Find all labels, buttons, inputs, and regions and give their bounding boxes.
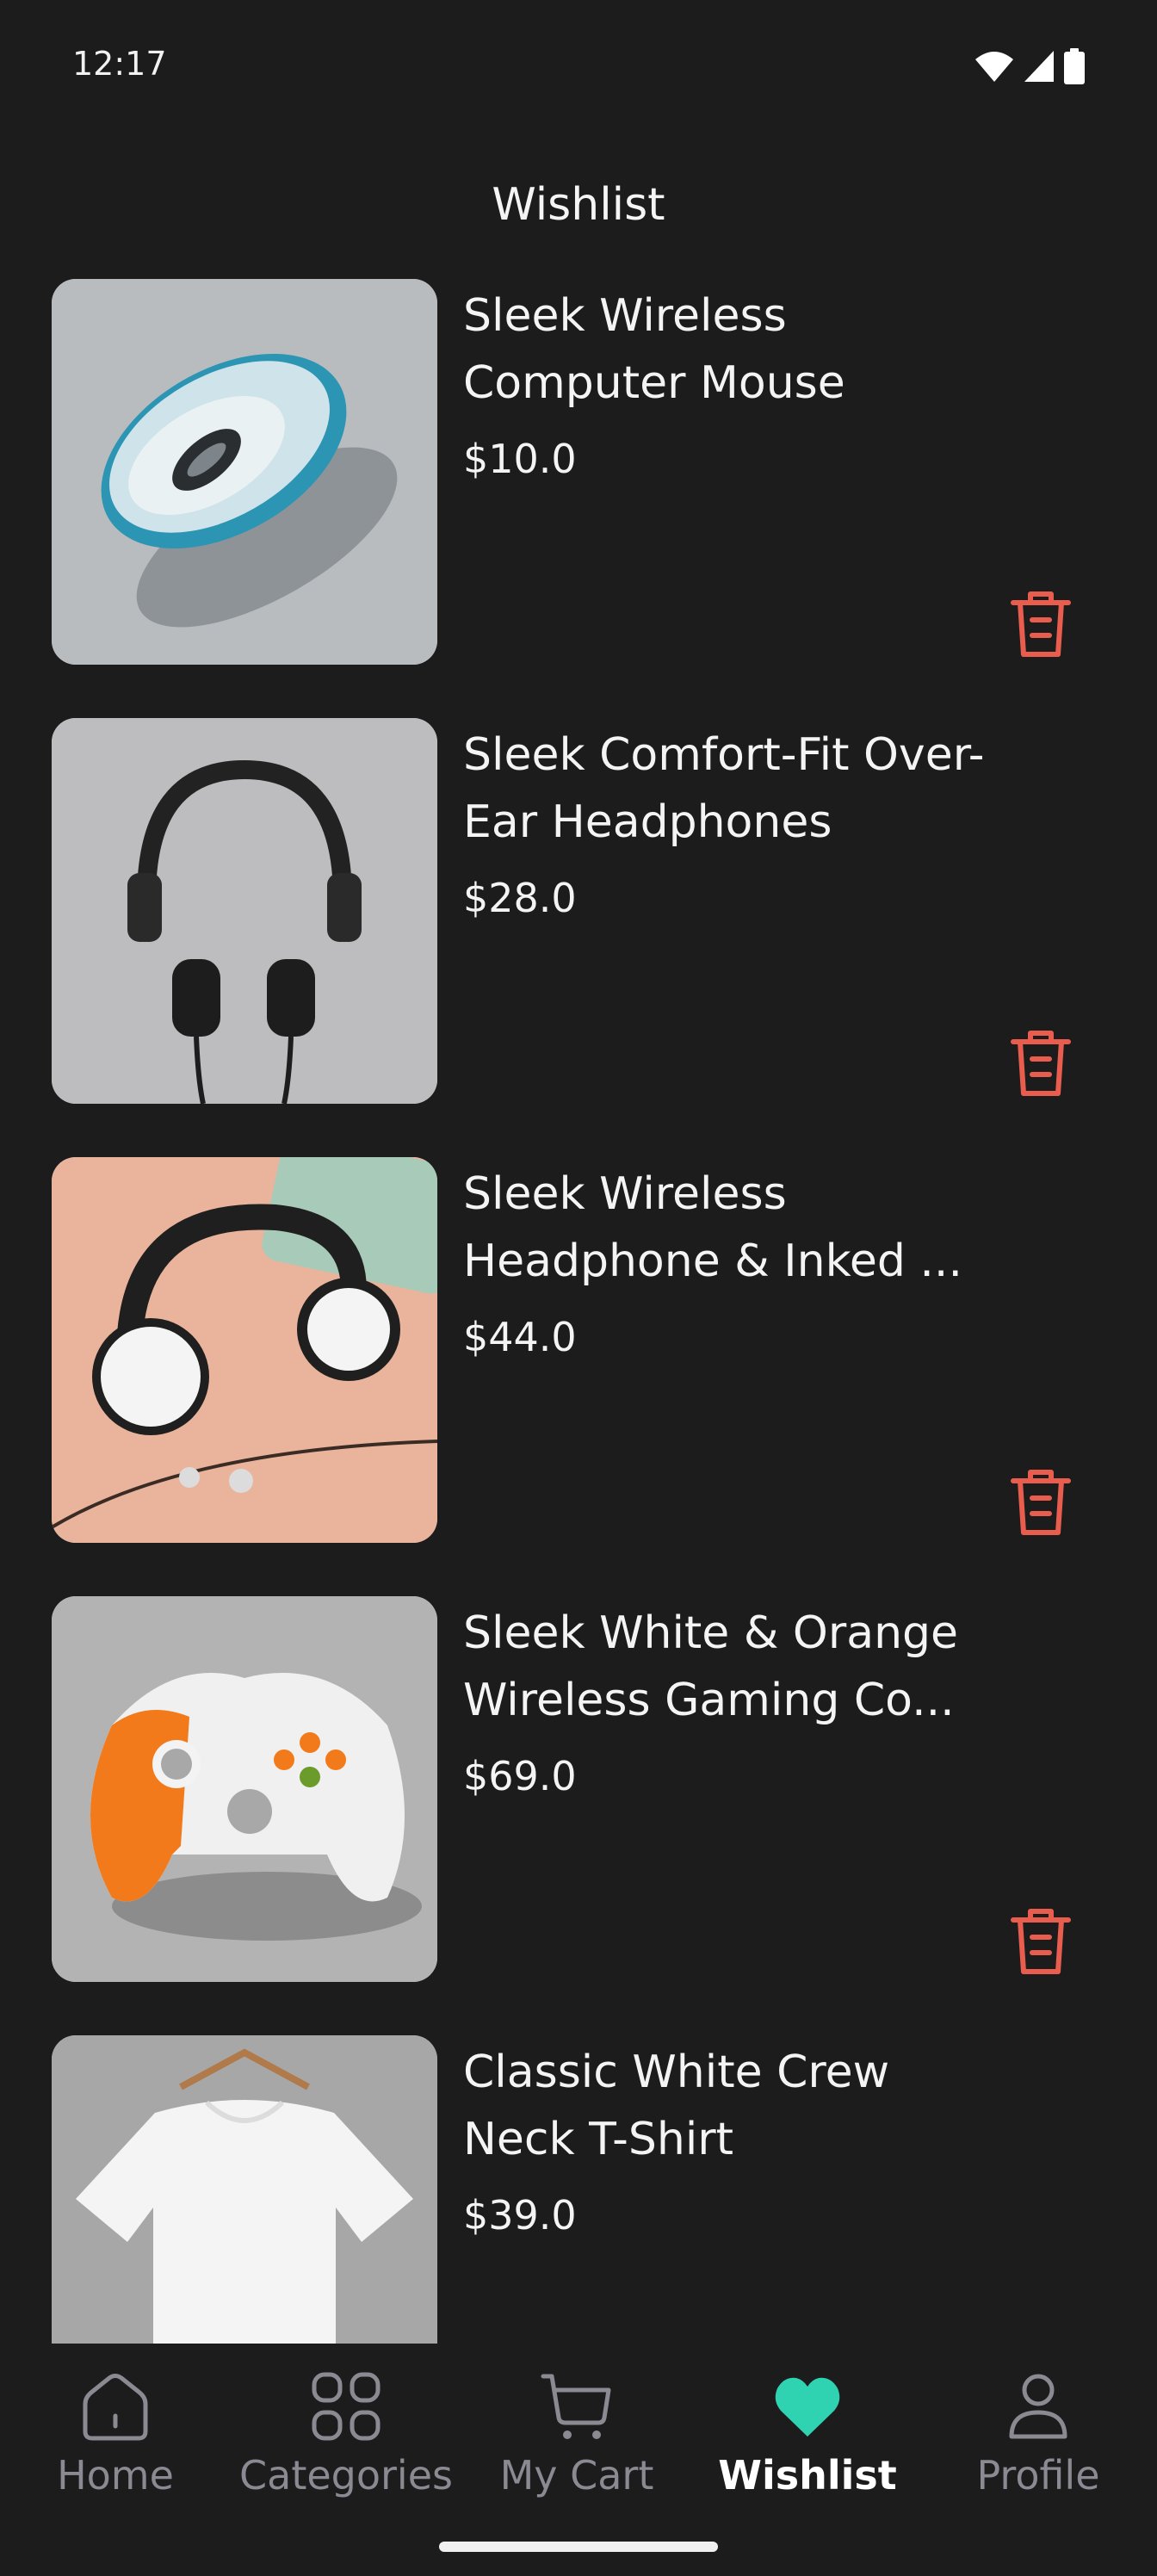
home-icon xyxy=(83,2374,148,2441)
product-price: $39.0 xyxy=(463,2192,577,2239)
wishlist-item[interactable]: Sleek Wireless Headphone & Inked ... $44… xyxy=(0,1157,1157,1543)
nav-item-home[interactable]: Home xyxy=(0,2369,231,2542)
wishlist-item[interactable]: Classic White Crew Neck T-Shirt $39.0 xyxy=(0,2035,1157,2344)
status-bar: 12:17 xyxy=(0,0,1157,129)
trash-icon xyxy=(1011,1470,1071,1535)
delete-button[interactable] xyxy=(1004,587,1078,661)
wishlist-item[interactable]: Sleek White & Orange Wireless Gaming Co.… xyxy=(0,1596,1157,1982)
product-image-headphones[interactable] xyxy=(52,718,437,1104)
wifi-icon xyxy=(975,52,1013,82)
trash-icon xyxy=(1011,1909,1071,1974)
product-name[interactable]: Sleek Wireless Computer Mouse xyxy=(463,282,1014,417)
product-name[interactable]: Sleek White & Orange Wireless Gaming Co.… xyxy=(463,1600,1014,1734)
product-price: $28.0 xyxy=(463,875,577,921)
product-image-tshirt[interactable] xyxy=(52,2035,437,2344)
grid-icon xyxy=(312,2372,381,2441)
cart-icon xyxy=(541,2374,611,2439)
product-price: $69.0 xyxy=(463,1753,577,1799)
nav-item-categories[interactable]: Categories xyxy=(231,2369,461,2542)
product-price: $10.0 xyxy=(463,436,577,482)
product-image-mouse[interactable] xyxy=(52,279,437,665)
nav-label: Wishlist xyxy=(718,2452,897,2499)
product-name[interactable]: Sleek Wireless Headphone & Inked ... xyxy=(463,1161,1014,1295)
person-icon xyxy=(1009,2374,1067,2439)
product-name[interactable]: Sleek Comfort-Fit Over-Ear Headphones xyxy=(463,721,1014,856)
heart-icon xyxy=(775,2377,840,2437)
nav-item-wishlist[interactable]: Wishlist xyxy=(692,2369,923,2542)
wishlist-item[interactable]: Sleek Comfort-Fit Over-Ear Headphones $2… xyxy=(0,718,1157,1104)
product-image-white-headphones[interactable] xyxy=(52,1157,437,1543)
product-price: $44.0 xyxy=(463,1314,577,1360)
delete-button[interactable] xyxy=(1004,1465,1078,1539)
nav-label: Categories xyxy=(239,2452,453,2499)
page-title: Wishlist xyxy=(492,179,665,231)
delete-button[interactable] xyxy=(1004,1026,1078,1100)
nav-item-profile[interactable]: Profile xyxy=(923,2369,1154,2542)
product-name[interactable]: Classic White Crew Neck T-Shirt xyxy=(463,2039,1014,2173)
nav-label: Home xyxy=(57,2452,174,2499)
nav-label: My Cart xyxy=(499,2452,654,2499)
wishlist-item[interactable]: Sleek Wireless Computer Mouse $10.0 xyxy=(0,279,1157,665)
delete-button[interactable] xyxy=(1004,1904,1078,1978)
wishlist-screen: 12:17 Wishlist Sleek Wireless Computer M… xyxy=(0,0,1157,2576)
trash-icon xyxy=(1011,1031,1071,1096)
product-image-controller[interactable] xyxy=(52,1596,437,1982)
home-indicator[interactable] xyxy=(439,2542,718,2552)
status-icons xyxy=(974,48,1085,84)
wishlist-list: Sleek Wireless Computer Mouse $10.0 Slee… xyxy=(0,279,1157,2344)
trash-icon xyxy=(1011,591,1071,657)
signal-icon xyxy=(1024,51,1054,82)
status-time: 12:17 xyxy=(72,45,167,83)
nav-label: Profile xyxy=(976,2452,1100,2499)
nav-item-cart[interactable]: My Cart xyxy=(461,2369,692,2542)
battery-icon xyxy=(1064,48,1085,84)
